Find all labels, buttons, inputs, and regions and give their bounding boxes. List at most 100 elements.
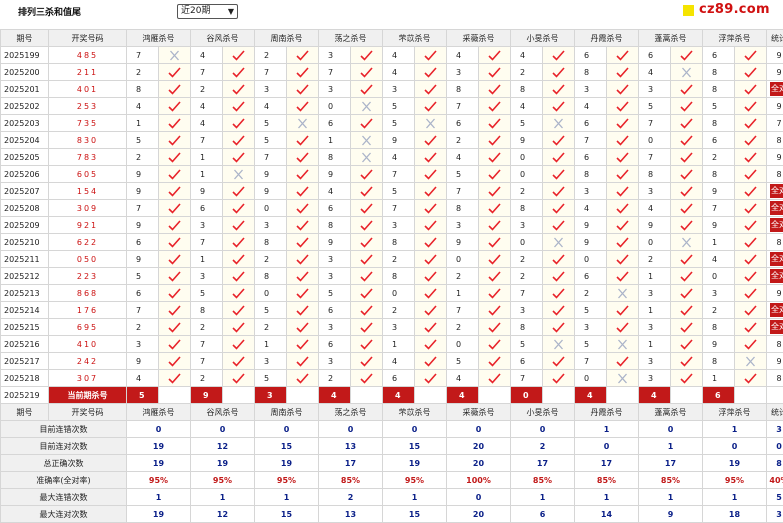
kill-number-cell: 9 <box>383 132 415 149</box>
kill-number-cell: 2 <box>127 149 159 166</box>
correct-check-icon <box>607 115 639 132</box>
kill-number-cell: 5 <box>383 183 415 200</box>
correct-check-icon <box>415 132 447 149</box>
draw-number-cell: 783 <box>49 149 127 166</box>
kill-number-cell: 2 <box>191 370 223 387</box>
kill-number-cell: 5 <box>191 285 223 302</box>
summary-value: 0 <box>703 438 767 455</box>
kill-number-cell: 1 <box>703 370 735 387</box>
kill-number-cell: 3 <box>639 285 671 302</box>
kill-number-cell: 3 <box>383 217 415 234</box>
kill-number-cell: 0 <box>703 268 735 285</box>
summary-label: 总正确次数 <box>1 455 127 472</box>
summary-value: 13 <box>319 506 383 523</box>
correct-check-icon <box>159 268 191 285</box>
table-row: 20252083097606788447全对 <box>1 200 783 217</box>
summary-value: 1 <box>127 489 191 506</box>
current-kill-number: 9 <box>191 387 223 404</box>
correct-check-icon <box>607 353 639 370</box>
issue-cell: 2025201 <box>1 81 49 98</box>
current-issue-row: 2025219当前期杀号5934440446 <box>1 387 783 404</box>
correct-check-icon <box>223 353 255 370</box>
issue-cell: 2025207 <box>1 183 49 200</box>
kill-number-cell: 9 <box>127 353 159 370</box>
summary-value: 0 <box>319 421 383 438</box>
summary-value: 14 <box>575 506 639 523</box>
draw-number-cell: 309 <box>49 200 127 217</box>
kill-number-cell: 2 <box>127 319 159 336</box>
kill-number-cell: 9 <box>575 217 607 234</box>
correct-check-icon <box>159 353 191 370</box>
correct-check-icon <box>351 268 383 285</box>
summary-value: 0 <box>447 489 511 506</box>
summary-value: 20 <box>447 506 511 523</box>
kill-number-cell: 4 <box>319 183 351 200</box>
stat-cell: 9 <box>767 47 783 64</box>
kill-number-cell: 3 <box>127 336 159 353</box>
kill-number-cell: 3 <box>575 81 607 98</box>
kill-number-cell: 3 <box>319 47 351 64</box>
correct-check-icon <box>159 149 191 166</box>
summary-value: 19 <box>127 455 191 472</box>
site-logo[interactable]: cz89.com <box>677 0 783 22</box>
correct-check-icon <box>607 302 639 319</box>
current-empty-cell <box>159 387 191 404</box>
correct-check-icon <box>671 81 703 98</box>
stat-cell: 8 <box>767 234 783 251</box>
summary-value: 17 <box>319 455 383 472</box>
table-row: 20252122235383822610全对 <box>1 268 783 285</box>
kill-number-cell: 9 <box>639 217 671 234</box>
issue-cell: 2025211 <box>1 251 49 268</box>
correct-check-icon <box>543 166 575 183</box>
correct-check-icon <box>479 132 511 149</box>
issue-cell: 2025208 <box>1 200 49 217</box>
correct-check-icon <box>159 217 191 234</box>
stat-cell: 9 <box>767 98 783 115</box>
correct-check-icon <box>159 64 191 81</box>
kill-number-cell: 3 <box>191 268 223 285</box>
correct-check-icon <box>479 183 511 200</box>
kill-number-cell: 3 <box>639 183 671 200</box>
kill-number-cell: 5 <box>255 302 287 319</box>
draw-number-cell: 921 <box>49 217 127 234</box>
correct-check-icon <box>671 217 703 234</box>
table-row: 202520578321784406729 <box>1 149 783 166</box>
summary-value: 100% <box>447 472 511 489</box>
kill-number-cell: 8 <box>639 166 671 183</box>
correct-check-icon <box>351 166 383 183</box>
summary-value: 2 <box>319 489 383 506</box>
stat-cell: 9 <box>767 353 783 370</box>
correct-check-icon <box>351 115 383 132</box>
kill-number-cell: 6 <box>319 200 351 217</box>
kill-number-cell: 3 <box>447 217 479 234</box>
stat-cell: 9 <box>767 149 783 166</box>
kill-number-cell: 5 <box>255 370 287 387</box>
kill-number-cell: 8 <box>703 81 735 98</box>
correct-check-icon <box>223 149 255 166</box>
correct-check-icon <box>735 217 767 234</box>
summary-value: 15 <box>255 506 319 523</box>
summary-value: 95% <box>127 472 191 489</box>
correct-check-icon <box>351 302 383 319</box>
correct-check-icon <box>287 234 319 251</box>
kill-number-cell: 3 <box>639 319 671 336</box>
kill-number-cell: 4 <box>575 200 607 217</box>
correct-check-icon <box>607 234 639 251</box>
correct-check-icon <box>351 353 383 370</box>
kill-number-cell: 3 <box>255 81 287 98</box>
table-row: 202520660591997508888 <box>1 166 783 183</box>
kill-number-cell: 5 <box>383 115 415 132</box>
issue-cell: 2025218 <box>1 370 49 387</box>
kill-number-cell: 9 <box>703 183 735 200</box>
kill-number-cell: 7 <box>383 200 415 217</box>
period-select[interactable]: 近20期▼ <box>177 4 238 19</box>
kill-number-cell: 4 <box>127 370 159 387</box>
top-header-issue: 期号 <box>1 30 49 47</box>
stat-cell: 7 <box>767 115 783 132</box>
correct-check-icon <box>159 234 191 251</box>
kill-number-cell: 4 <box>447 370 479 387</box>
kill-number-cell: 3 <box>191 217 223 234</box>
kill-number-cell: 2 <box>447 319 479 336</box>
kill-number-cell: 7 <box>319 64 351 81</box>
kill-number-cell: 6 <box>639 47 671 64</box>
